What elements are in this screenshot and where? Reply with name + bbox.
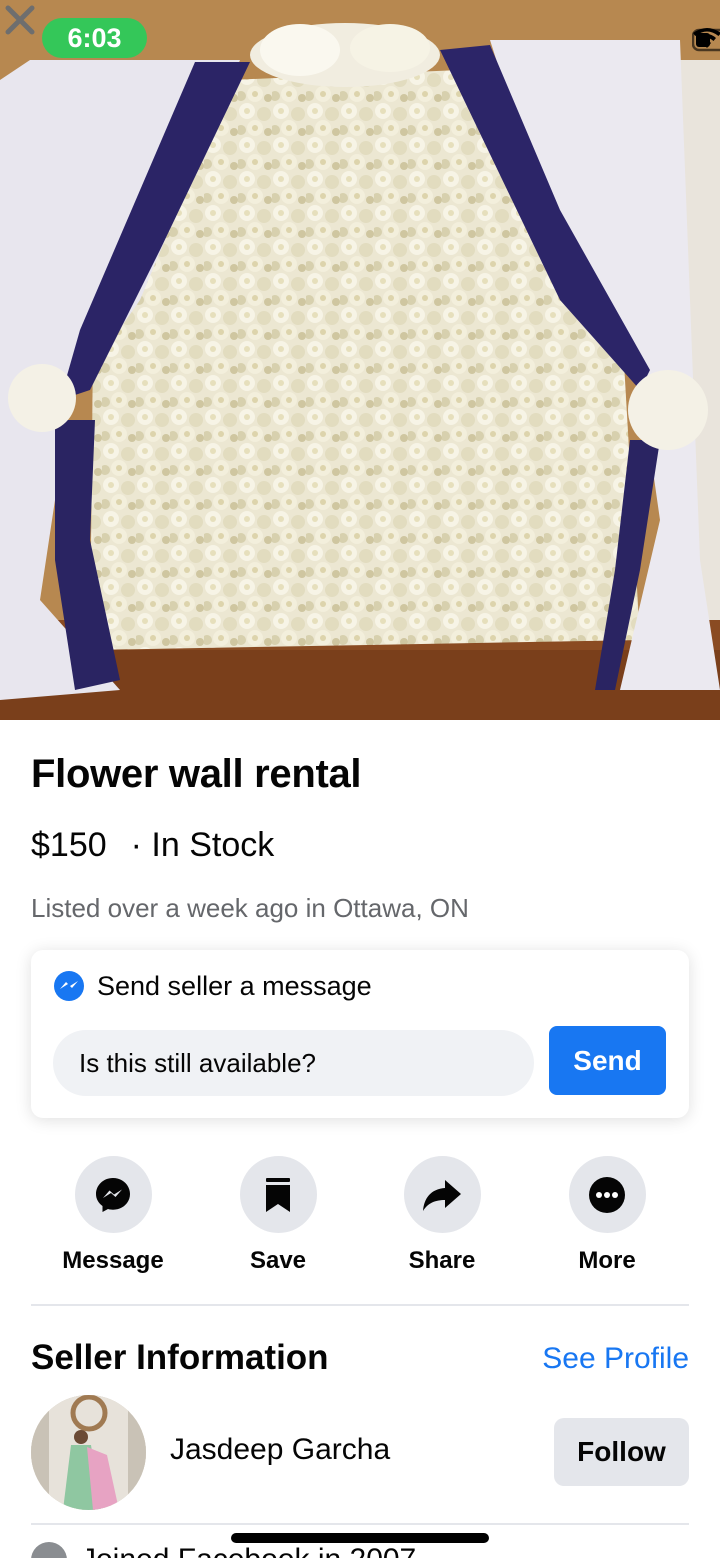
message-input[interactable] [53,1030,534,1096]
message-action-label: Message [62,1247,164,1274]
share-action[interactable]: Share [367,1156,517,1275]
seller-name[interactable]: Jasdeep Garcha [170,1433,390,1467]
battery-icon [692,28,720,52]
more-action[interactable]: More [532,1156,682,1275]
price-row: $150 · In Stock [31,826,280,865]
facebook-icon [31,1542,67,1558]
status-time: 6:03 [42,18,147,58]
more-action-label: More [578,1247,636,1274]
flower-wall-illustration [0,0,720,720]
save-action-circle[interactable] [239,1156,317,1233]
stock-status: · In Stock [130,826,275,864]
send-message-card: Send seller a message Send [31,950,689,1118]
messenger-icon [96,1177,130,1212]
save-action[interactable]: Save [203,1156,353,1275]
close-icon[interactable] [0,0,40,40]
message-action-circle[interactable] [74,1156,152,1233]
send-message-label: Send seller a message [97,970,372,1001]
listing-title: Flower wall rental [31,752,362,796]
avatar[interactable] [31,1395,146,1510]
messenger-icon [54,971,84,1001]
send-message-heading: Send seller a message [53,970,372,1002]
seller-info-title: Seller Information [31,1338,329,1377]
divider [31,1523,689,1525]
more-icon [589,1176,625,1213]
bookmark-icon [266,1177,290,1212]
more-action-circle[interactable] [568,1156,646,1233]
joined-row: Joined Facebook in 2007 [31,1542,416,1558]
joined-text: Joined Facebook in 2007 [81,1543,416,1558]
send-button[interactable]: Send [549,1026,666,1095]
seller-photo [31,1395,146,1510]
share-action-label: Share [408,1247,476,1274]
share-action-circle[interactable] [403,1156,481,1233]
divider [31,1304,689,1306]
listing-meta: Listed over a week ago in Ottawa, ON [31,893,469,923]
home-indicator[interactable] [231,1533,489,1543]
save-action-label: Save [249,1247,307,1274]
follow-button[interactable]: Follow [554,1418,689,1486]
share-icon [423,1179,461,1211]
listing-photo[interactable]: 6:03 [0,0,720,720]
message-action[interactable]: Message [38,1156,188,1275]
listing-price: $150 [31,826,107,864]
see-profile-link[interactable]: See Profile [542,1342,689,1376]
